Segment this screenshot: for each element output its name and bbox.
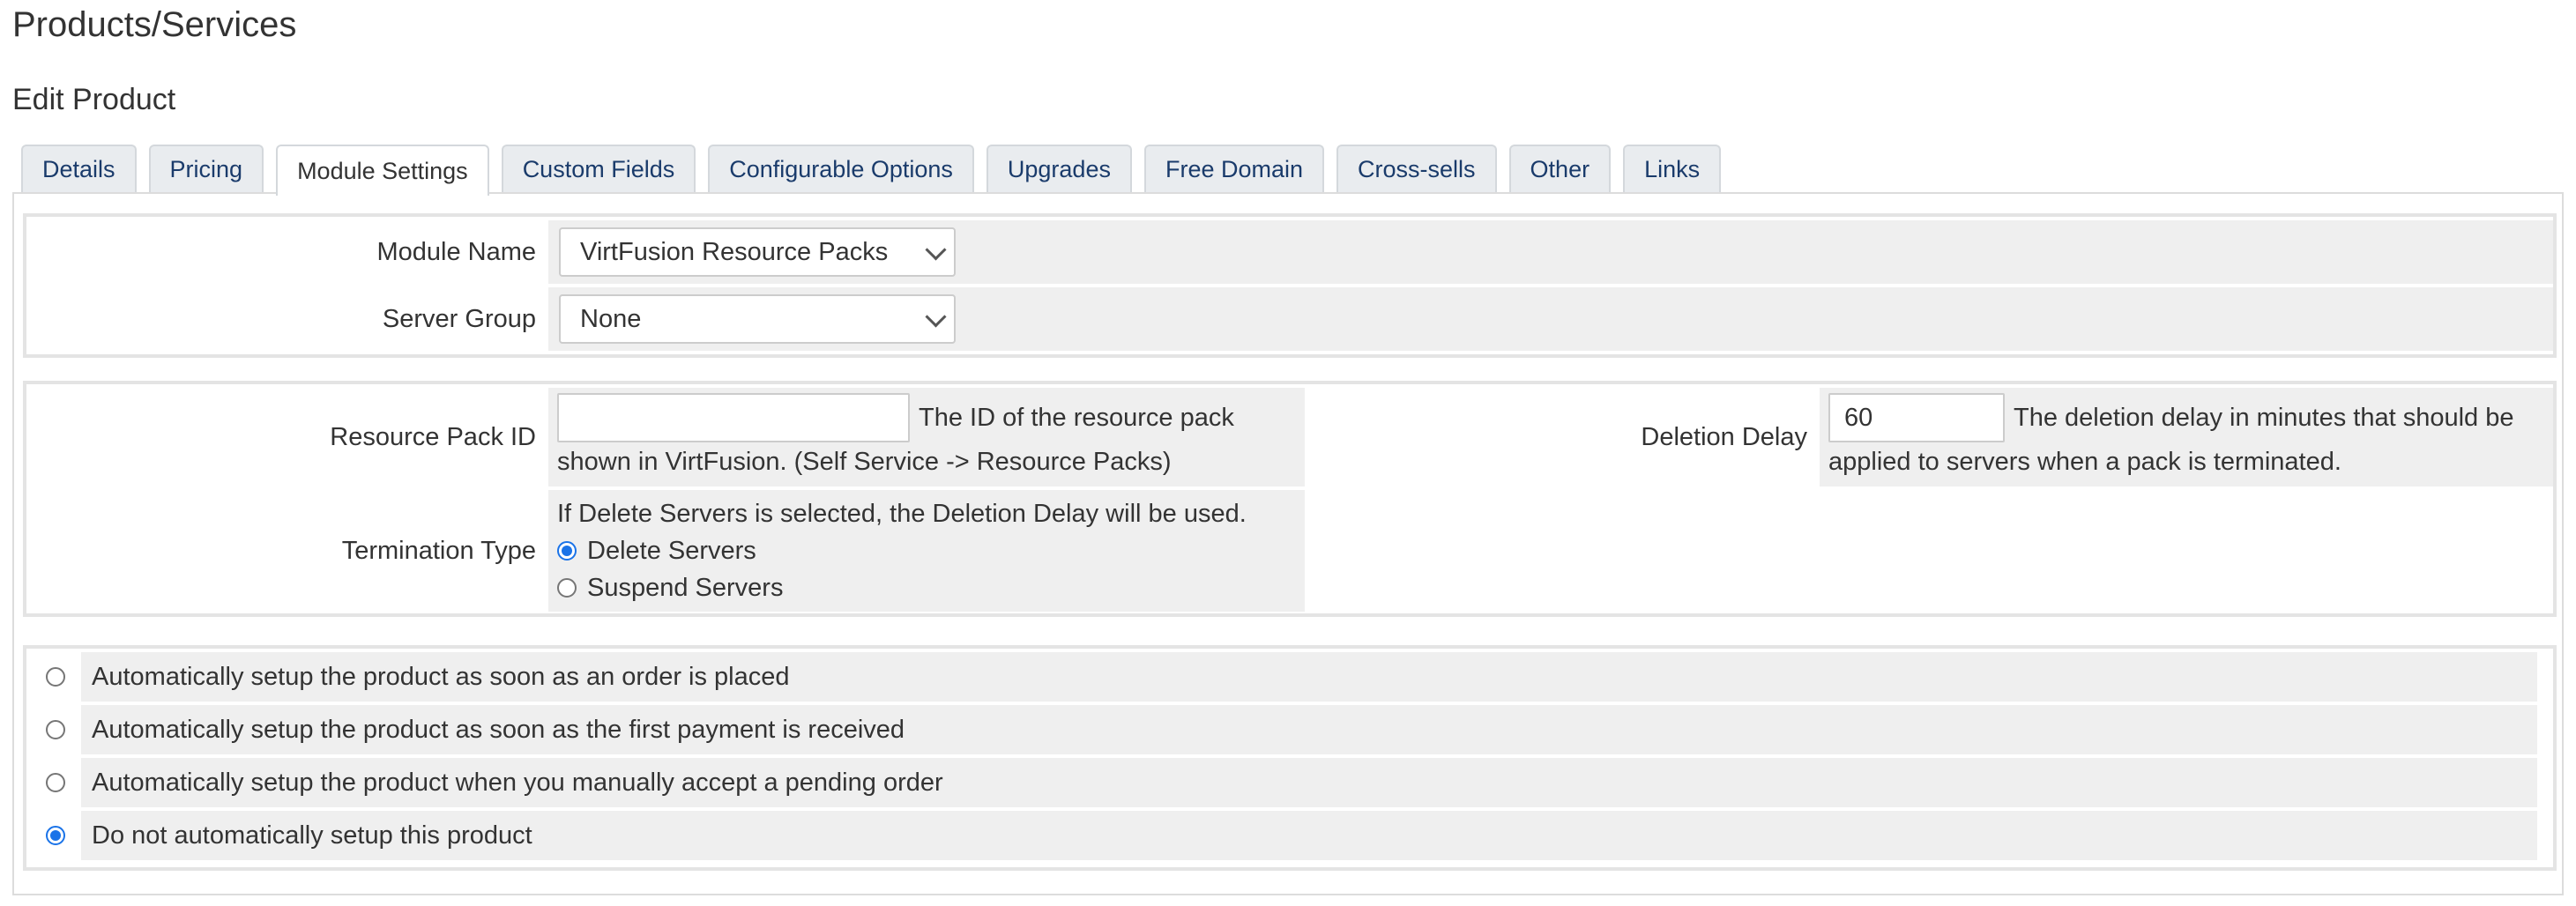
tab-details[interactable]: Details [21,145,137,192]
setup-none-label: Do not automatically setup this product [81,811,2537,860]
tab-pricing[interactable]: Pricing [148,145,264,192]
module-name-label: Module Name [376,237,536,266]
termination-type-label: Termination Type [341,536,536,565]
config-fieldset: Resource Pack ID The ID of the resource … [23,381,2557,617]
module-name-row: Module Name VirtFusion Resource Packs [26,220,2553,284]
module-fieldset: Module Name VirtFusion Resource Packs Se… [23,213,2557,358]
termination-help: If Delete Servers is selected, the Delet… [557,500,1247,528]
setup-manual-radio[interactable] [46,773,65,792]
deletion-delay-label: Deletion Delay [1641,422,1807,451]
termination-option-suspend[interactable]: Suspend Servers [557,569,1296,606]
delete-servers-radio[interactable] [557,541,577,561]
setup-payment-label: Automatically setup the product as soon … [81,705,2537,754]
tab-cross-sells[interactable]: Cross-sells [1336,145,1497,192]
page: Products/Services Edit Product Details P… [0,0,2576,906]
resource-pack-label: Resource Pack ID [330,422,536,451]
setup-order-radio[interactable] [46,667,65,687]
delete-servers-label: Delete Servers [587,536,756,565]
tab-bar: Details Pricing Module Settings Custom F… [21,145,1722,196]
deletion-delay-help-1: The deletion delay in minutes that shoul… [2014,403,2514,432]
auto-setup-fieldset: Automatically setup the product as soon … [23,645,2557,871]
tab-upgrades[interactable]: Upgrades [986,145,1132,192]
setup-option-order[interactable]: Automatically setup the product as soon … [30,652,2537,702]
server-group-row: Server Group None [26,287,2553,351]
server-group-select[interactable]: None [559,294,956,344]
setup-option-payment[interactable]: Automatically setup the product as soon … [30,705,2537,754]
resource-pack-cell: The ID of the resource pack shown in Vir… [548,388,1305,486]
setup-order-label: Automatically setup the product as soon … [81,652,2537,702]
module-name-value: VirtFusion Resource Packs [580,237,889,266]
tab-module-settings[interactable]: Module Settings [276,145,489,196]
suspend-servers-radio[interactable] [557,578,577,598]
tab-custom-fields[interactable]: Custom Fields [501,145,696,192]
deletion-delay-help-2: applied to servers when a pack is termin… [1828,448,2341,476]
module-settings-panel: Module Name VirtFusion Resource Packs Se… [12,192,2564,895]
setup-option-manual[interactable]: Automatically setup the product when you… [30,758,2537,807]
tab-links[interactable]: Links [1623,145,1722,192]
resource-pack-help-2: shown in VirtFusion. (Self Service -> Re… [557,448,1172,476]
setup-option-none[interactable]: Do not automatically setup this product [30,811,2537,860]
resource-pack-help-1: The ID of the resource pack [919,404,1234,432]
server-group-label: Server Group [382,304,536,333]
termination-type-cell: If Delete Servers is selected, the Delet… [548,490,1305,612]
tab-free-domain[interactable]: Free Domain [1143,145,1325,192]
server-group-value: None [580,304,642,333]
suspend-servers-label: Suspend Servers [587,573,784,602]
resource-pack-input[interactable] [557,393,910,442]
termination-option-delete[interactable]: Delete Servers [557,532,1296,569]
tab-configurable-options[interactable]: Configurable Options [708,145,974,192]
tab-other[interactable]: Other [1508,145,1612,192]
page-subtitle: Edit Product [12,83,176,116]
chevron-down-icon [925,305,947,328]
module-name-select[interactable]: VirtFusion Resource Packs [559,227,956,277]
deletion-delay-input[interactable]: 60 [1828,393,2005,442]
chevron-down-icon [925,238,947,261]
setup-manual-label: Automatically setup the product when you… [81,758,2537,807]
deletion-delay-cell: 60 The deletion delay in minutes that sh… [1820,388,2553,486]
setup-none-radio[interactable] [46,826,65,845]
setup-payment-radio[interactable] [46,720,65,739]
page-title: Products/Services [12,5,297,44]
